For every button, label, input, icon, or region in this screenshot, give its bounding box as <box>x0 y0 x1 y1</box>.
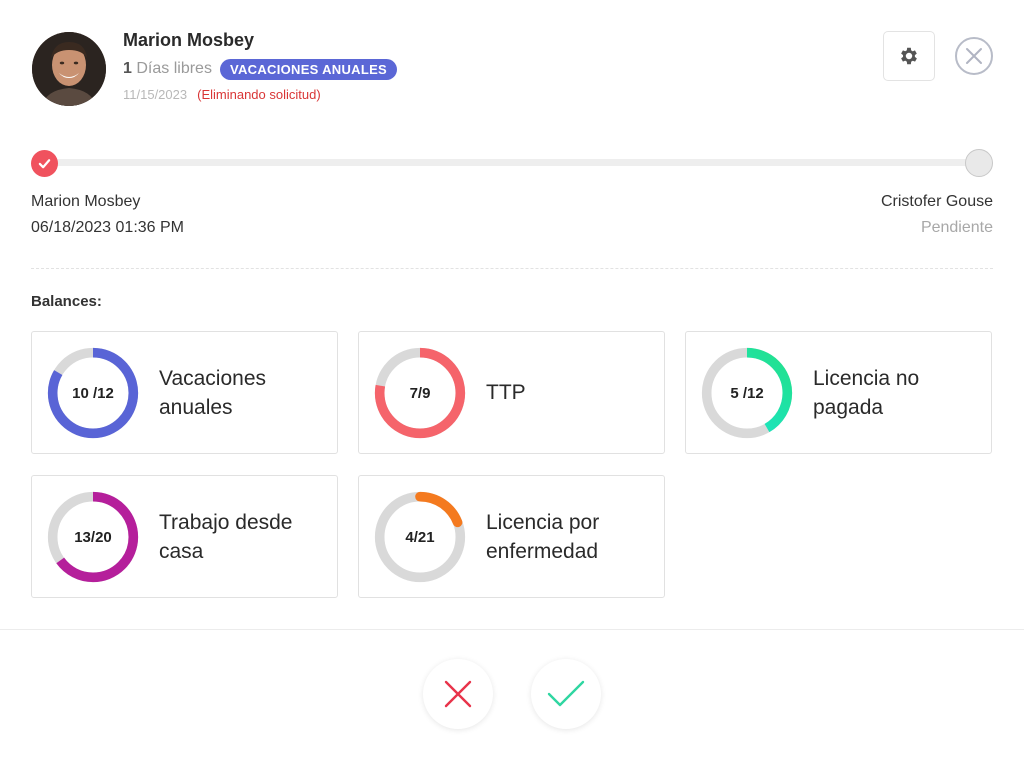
days-row: 1 Días libres VACACIONES ANUALES <box>123 58 398 80</box>
balance-ratio: 5 /12 <box>730 384 764 402</box>
leave-request-detail: Marion Mosbey 1 Días libres VACACIONES A… <box>0 0 1024 758</box>
balance-card-licencia-no-pagada: 5 /12 Licencia no pagada <box>685 331 992 454</box>
approval-step-end <box>965 149 993 177</box>
approver-end-name: Cristofer Gouse <box>880 193 993 210</box>
approver-start: Marion Mosbey 06/18/2023 01:36 PM <box>31 189 184 241</box>
check-icon <box>38 159 51 169</box>
gear-icon <box>901 47 917 65</box>
balance-card-vacaciones: 10 /12 Vacaciones anuales <box>31 331 338 454</box>
employee-name: Marion Mosbey <box>123 30 255 50</box>
approver-end-status: Pendiente <box>920 219 993 236</box>
days-count: 1 <box>123 60 132 77</box>
balance-label: Licencia no pagada <box>813 366 920 419</box>
balances-title: Balances: <box>31 293 102 310</box>
close-button[interactable] <box>955 37 993 75</box>
avatar <box>32 32 106 106</box>
balance-card-licencia-enfermedad: 4/21 Licencia por enfermedad <box>358 475 665 598</box>
reject-x-icon <box>444 680 472 708</box>
balance-label: Vacaciones anuales <box>159 366 267 419</box>
approver-start-detail: 06/18/2023 01:36 PM <box>31 219 185 236</box>
date-row: 11/15/2023 (Eliminando solicitud) <box>123 87 321 102</box>
balance-card-trabajo-desde-casa: 13/20 Trabajo desde casa <box>31 475 338 598</box>
approve-check-icon <box>547 680 585 707</box>
days-label: Días libres <box>136 60 212 77</box>
status-note: (Eliminando solicitud) <box>197 87 321 102</box>
balance-label: Licencia por enfermedad <box>486 510 600 563</box>
approval-step-start <box>31 150 58 177</box>
approve-button[interactable] <box>531 659 601 729</box>
balance-label: Trabajo desde casa <box>159 510 293 563</box>
leave-type-badge: VACACIONES ANUALES <box>219 58 398 80</box>
days-summary: 1 Días libres <box>123 60 212 78</box>
avatar-portrait <box>32 32 106 106</box>
request-date: 11/15/2023 <box>123 87 188 102</box>
balance-card-ttp: 7/9 TTP <box>358 331 665 454</box>
divider <box>31 268 993 269</box>
close-icon <box>966 48 982 64</box>
balance-ratio: 4/21 <box>405 528 435 546</box>
approver-end: Cristofer Gouse Pendiente <box>881 189 993 241</box>
balance-label: TTP <box>486 381 526 404</box>
balance-ratio: 7/9 <box>409 384 431 402</box>
balance-ratio: 10 /12 <box>72 384 114 402</box>
balance-ratio: 13/20 <box>74 528 112 546</box>
settings-button[interactable] <box>883 31 935 81</box>
footer-divider <box>0 629 1024 630</box>
approver-start-name: Marion Mosbey <box>31 193 141 210</box>
approval-track <box>44 159 980 166</box>
reject-button[interactable] <box>423 659 493 729</box>
